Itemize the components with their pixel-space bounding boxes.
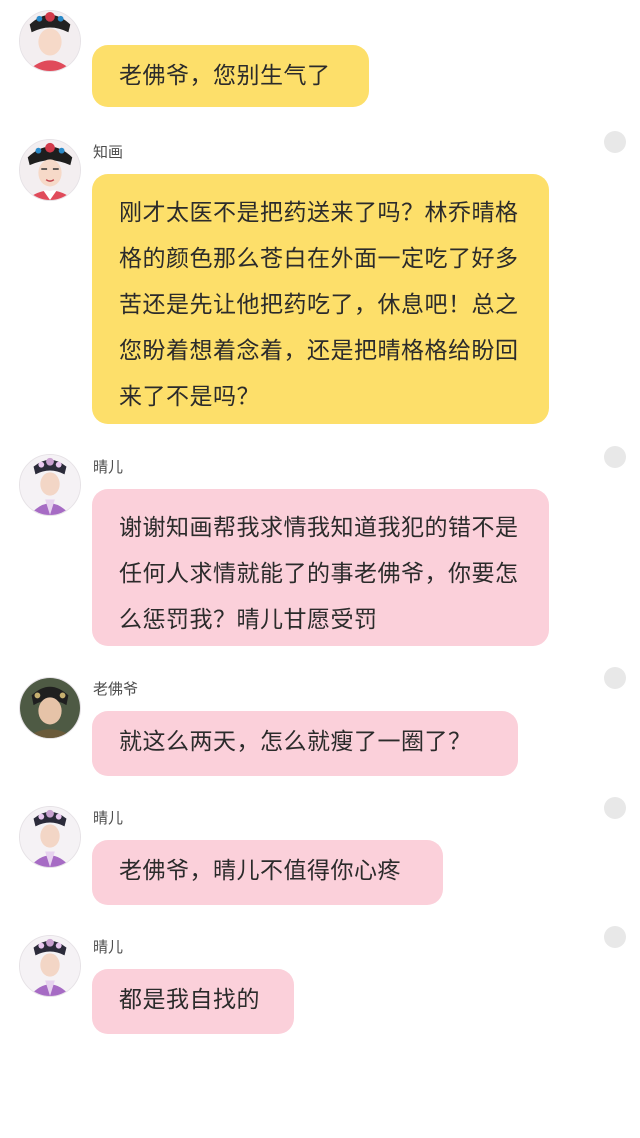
message-bubble: 就这么两天，怎么就瘦了一圈了？ [92, 711, 518, 776]
status-dot-icon [604, 131, 626, 153]
message-bubble: 刚才太医不是把药送来了吗？林乔晴格格的颜色那么苍白在外面一定吃了好多苦还是先让他… [92, 174, 549, 424]
message-bubble: 谢谢知画帮我求情我知道我犯的错不是任何人求情就能了的事老佛爷，你要怎么惩罚我？晴… [92, 489, 549, 646]
avatar-icon-qinger[interactable] [19, 935, 81, 997]
avatar-icon-qinger[interactable] [19, 806, 81, 868]
sender-name: 晴儿 [93, 809, 124, 827]
sender-name: 晴儿 [93, 938, 124, 956]
message-bubble: 都是我自找的 [92, 969, 294, 1034]
status-dot-icon [604, 797, 626, 819]
avatar-icon-zhihua[interactable] [19, 10, 81, 72]
status-dot-icon [604, 667, 626, 689]
sender-name: 知画 [93, 143, 124, 161]
message-bubble: 老佛爷，您别生气了 [92, 45, 369, 107]
status-dot-icon [604, 926, 626, 948]
chat-thread: 老佛爷，您别生气了 知画 刚才太医不是把药送来了吗？林乔晴格格的颜色那么苍白在外… [0, 0, 640, 1138]
message-bubble: 老佛爷，晴儿不值得你心疼 [92, 840, 443, 905]
sender-name: 老佛爷 [93, 680, 139, 698]
sender-name: 晴儿 [93, 458, 124, 476]
status-dot-icon [604, 446, 626, 468]
avatar-icon-zhihua[interactable] [19, 139, 81, 201]
avatar-icon-qinger[interactable] [19, 454, 81, 516]
avatar-icon-laofoye[interactable] [19, 677, 81, 739]
